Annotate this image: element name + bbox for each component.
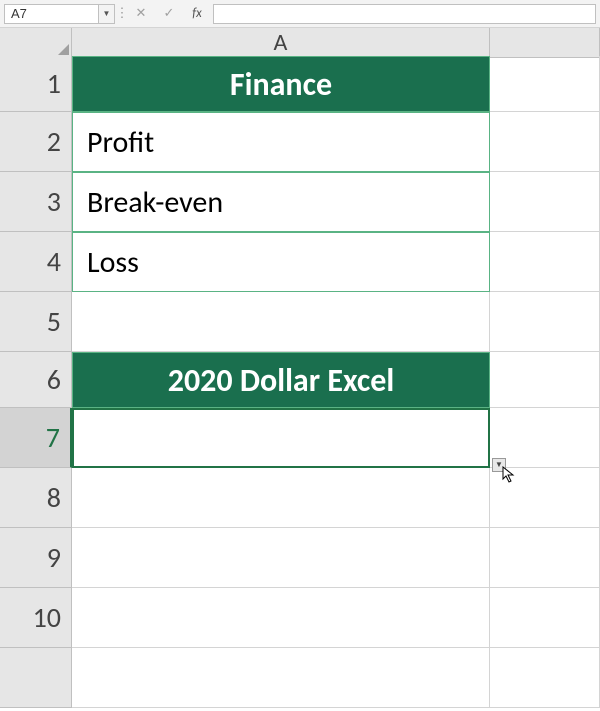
cell-B10[interactable]	[490, 588, 600, 648]
enter-icon[interactable]: ✓	[157, 4, 181, 24]
cell-B2[interactable]	[490, 112, 600, 172]
cell-A4[interactable]: Loss	[72, 232, 490, 292]
name-box-dropdown-icon[interactable]: ▼	[99, 4, 115, 24]
cell-A10[interactable]	[72, 588, 490, 648]
cell-A8[interactable]	[72, 468, 490, 528]
cell-B3[interactable]	[490, 172, 600, 232]
row-header-3[interactable]: 3	[0, 172, 72, 232]
cell-B9[interactable]	[490, 528, 600, 588]
name-box[interactable]	[4, 4, 99, 24]
cell-B11[interactable]	[490, 648, 600, 708]
cell-A7[interactable]: ▼	[72, 408, 490, 468]
cell-A6[interactable]: 2020 Dollar Excel	[72, 352, 490, 408]
cells-grid: 1 Finance 2 Profit 3 Break-even 4 Loss 5…	[0, 56, 600, 708]
cell-B7[interactable]	[490, 408, 600, 468]
cell-B5[interactable]	[490, 292, 600, 352]
row-header-2[interactable]: 2	[0, 112, 72, 172]
row-header-6[interactable]: 6	[0, 352, 72, 408]
cell-B8[interactable]	[490, 468, 600, 528]
fx-icon[interactable]: fx	[185, 4, 209, 24]
row-header-4[interactable]: 4	[0, 232, 72, 292]
cell-A2[interactable]: Profit	[72, 112, 490, 172]
row-header-1[interactable]: 1	[0, 56, 72, 112]
row-header-9[interactable]: 9	[0, 528, 72, 588]
cancel-icon[interactable]: ✕	[129, 4, 153, 24]
cell-A9[interactable]	[72, 528, 490, 588]
row-header-8[interactable]: 8	[0, 468, 72, 528]
formula-bar: ▼ ⋮ ✕ ✓ fx	[0, 0, 600, 28]
spreadsheet-grid: A 1 Finance 2 Profit 3 Break-even 4 Loss…	[0, 28, 600, 708]
cell-A1[interactable]: Finance	[72, 56, 490, 112]
cell-A11[interactable]	[72, 648, 490, 708]
column-header-A[interactable]: A	[72, 28, 490, 58]
cell-B1[interactable]	[490, 56, 600, 112]
name-box-container: ▼	[4, 4, 115, 24]
row-header-7[interactable]: 7	[0, 408, 72, 468]
row-header-10[interactable]: 10	[0, 588, 72, 648]
column-headers-row: A	[0, 28, 600, 56]
cell-A3[interactable]: Break-even	[72, 172, 490, 232]
row-header-11[interactable]	[0, 648, 72, 708]
cell-A5[interactable]	[72, 292, 490, 352]
formula-input[interactable]	[213, 4, 596, 24]
cell-B4[interactable]	[490, 232, 600, 292]
formula-bar-separator: ⋮	[119, 4, 125, 24]
data-validation-dropdown-icon[interactable]: ▼	[492, 458, 506, 472]
column-header-next[interactable]	[490, 28, 600, 58]
row-header-5[interactable]: 5	[0, 292, 72, 352]
cell-B6[interactable]	[490, 352, 600, 408]
select-all-corner[interactable]	[0, 28, 72, 58]
